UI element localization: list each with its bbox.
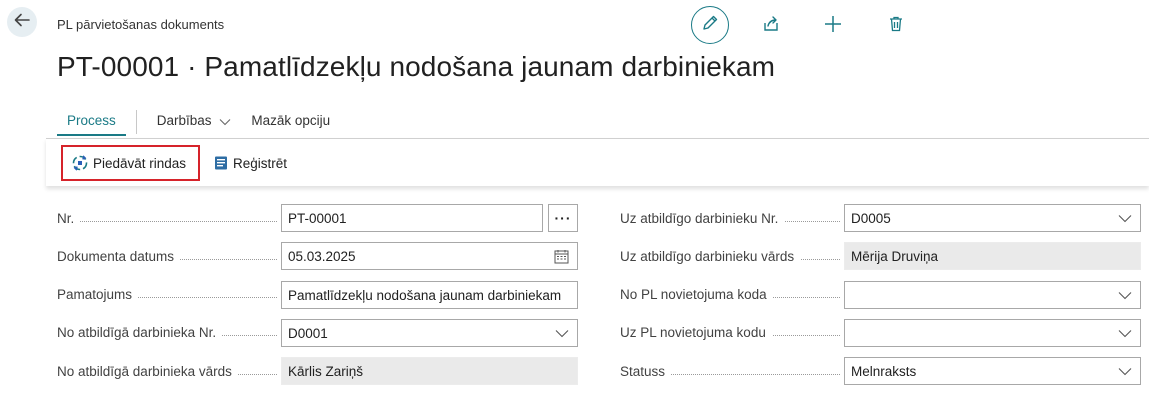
document-date-label: Dokumenta datums <box>57 249 277 264</box>
to-employee-no-field[interactable]: D0005 <box>844 204 1141 232</box>
chevron-down-icon <box>1118 358 1132 384</box>
no-field[interactable]: PT-00001 <box>281 204 543 232</box>
to-location-code-field[interactable] <box>844 319 1141 347</box>
delete-button[interactable] <box>884 14 908 38</box>
action-tabs: Process Darbības Mazāk opciju <box>57 110 340 136</box>
tab-fewer-options[interactable]: Mazāk opciju <box>241 110 340 134</box>
share-icon <box>762 15 780 38</box>
top-actions <box>0 6 1149 46</box>
status-label: Statuss <box>620 364 840 379</box>
add-button[interactable] <box>821 14 845 38</box>
chevron-down-icon <box>219 114 231 129</box>
chevron-down-icon <box>555 320 569 346</box>
chevron-down-icon <box>1118 320 1132 346</box>
document-date-field[interactable]: 05.03.2025 <box>281 242 578 270</box>
action-bar: Piedāvāt rindas Reģistrēt <box>46 138 1149 186</box>
to-location-code-label: Uz PL novietojuma kodu <box>620 325 840 340</box>
no-label: Nr. <box>57 211 277 226</box>
status-field[interactable]: Melnraksts <box>844 357 1141 385</box>
from-location-code-label: No PL novietojuma koda <box>620 287 840 302</box>
more-icon: ··· <box>554 210 572 226</box>
edit-button[interactable] <box>691 6 729 44</box>
tab-process[interactable]: Process <box>57 110 126 136</box>
from-employee-no-label: No atbildīgā darbinieka Nr. <box>57 325 277 340</box>
to-employee-no-label: Uz atbildīgo darbinieku Nr. <box>620 211 840 226</box>
calendar-icon[interactable] <box>554 243 569 269</box>
post-icon <box>213 155 229 171</box>
trash-icon <box>887 15 905 38</box>
chevron-down-icon <box>1118 205 1132 231</box>
chevron-down-icon <box>1118 282 1132 308</box>
tab-actions-label: Darbības <box>156 113 212 128</box>
suggest-lines-button[interactable]: Piedāvāt rindas <box>61 145 201 181</box>
tab-divider <box>135 110 137 134</box>
register-label: Reģistrēt <box>233 155 288 171</box>
from-employee-no-field[interactable]: D0001 <box>281 319 578 347</box>
from-location-code-field[interactable] <box>844 281 1141 309</box>
share-button[interactable] <box>759 14 783 38</box>
suggest-lines-label: Piedāvāt rindas <box>93 155 187 171</box>
tab-actions[interactable]: Darbības <box>147 110 242 135</box>
reason-label: Pamatojums <box>57 287 277 302</box>
register-button[interactable]: Reģistrēt <box>213 145 287 181</box>
plus-icon <box>823 14 843 39</box>
page-title: PT-00001 · Pamatlīdzekļu nodošana jaunam… <box>57 51 776 82</box>
from-employee-name-field: Kārlis Zariņš <box>281 357 578 385</box>
from-employee-name-label: No atbildīgā darbinieka vārds <box>57 364 277 379</box>
reason-field[interactable]: Pamatlīdzekļu nodošana jaunam darbinieka… <box>281 281 578 309</box>
no-lookup-button[interactable]: ··· <box>548 204 578 232</box>
pencil-icon <box>701 14 719 37</box>
suggest-lines-icon <box>71 154 89 172</box>
to-employee-name-field: Mērija Druviņa <box>844 242 1141 270</box>
to-employee-name-label: Uz atbildīgo darbinieku vārds <box>620 249 840 264</box>
